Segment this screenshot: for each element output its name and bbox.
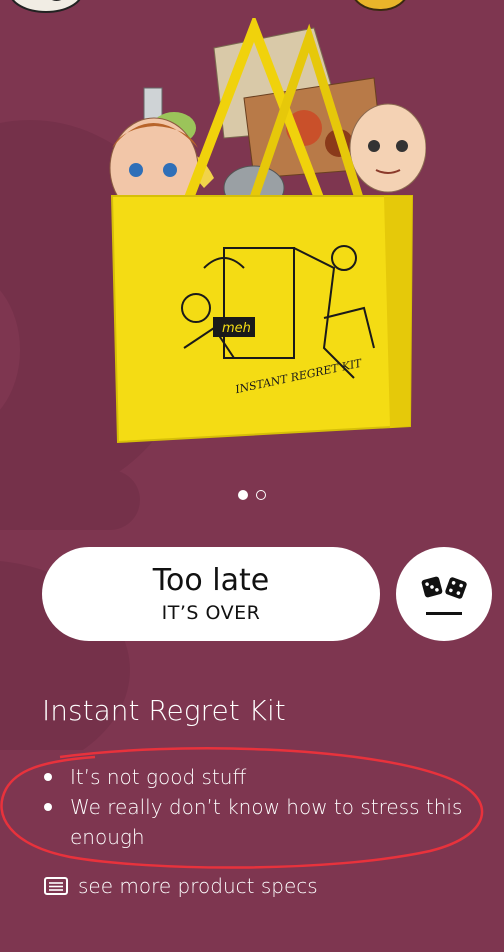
specs-link-label: see more product specs <box>78 874 318 898</box>
carousel-dots <box>0 490 504 500</box>
dice-underline <box>426 611 462 615</box>
list-icon <box>44 877 68 895</box>
dice-icon <box>421 576 467 599</box>
dice-button[interactable] <box>396 547 492 641</box>
corner-pizza-icon <box>354 0 406 11</box>
buy-button-title: Too late <box>152 563 270 598</box>
buy-button-subtitle: IT’S OVER <box>161 602 261 624</box>
feature-item: We really don’t know how to stress this … <box>42 792 492 852</box>
see-more-specs-link[interactable]: see more product specs <box>44 874 318 898</box>
bag-logo: meh <box>222 321 251 336</box>
product-image[interactable]: meh INSTANT REGRET KIT <box>104 18 426 448</box>
product-title: Instant Regret Kit <box>42 694 286 727</box>
carousel-dot-2[interactable] <box>256 490 266 500</box>
feature-item: It’s not good stuff <box>42 762 492 792</box>
corner-sticker-icon <box>11 0 81 13</box>
feature-list: It’s not good stuff We really don’t know… <box>42 762 492 852</box>
carousel-dot-1[interactable] <box>238 490 248 500</box>
buy-button[interactable]: Too late IT’S OVER <box>42 547 380 641</box>
